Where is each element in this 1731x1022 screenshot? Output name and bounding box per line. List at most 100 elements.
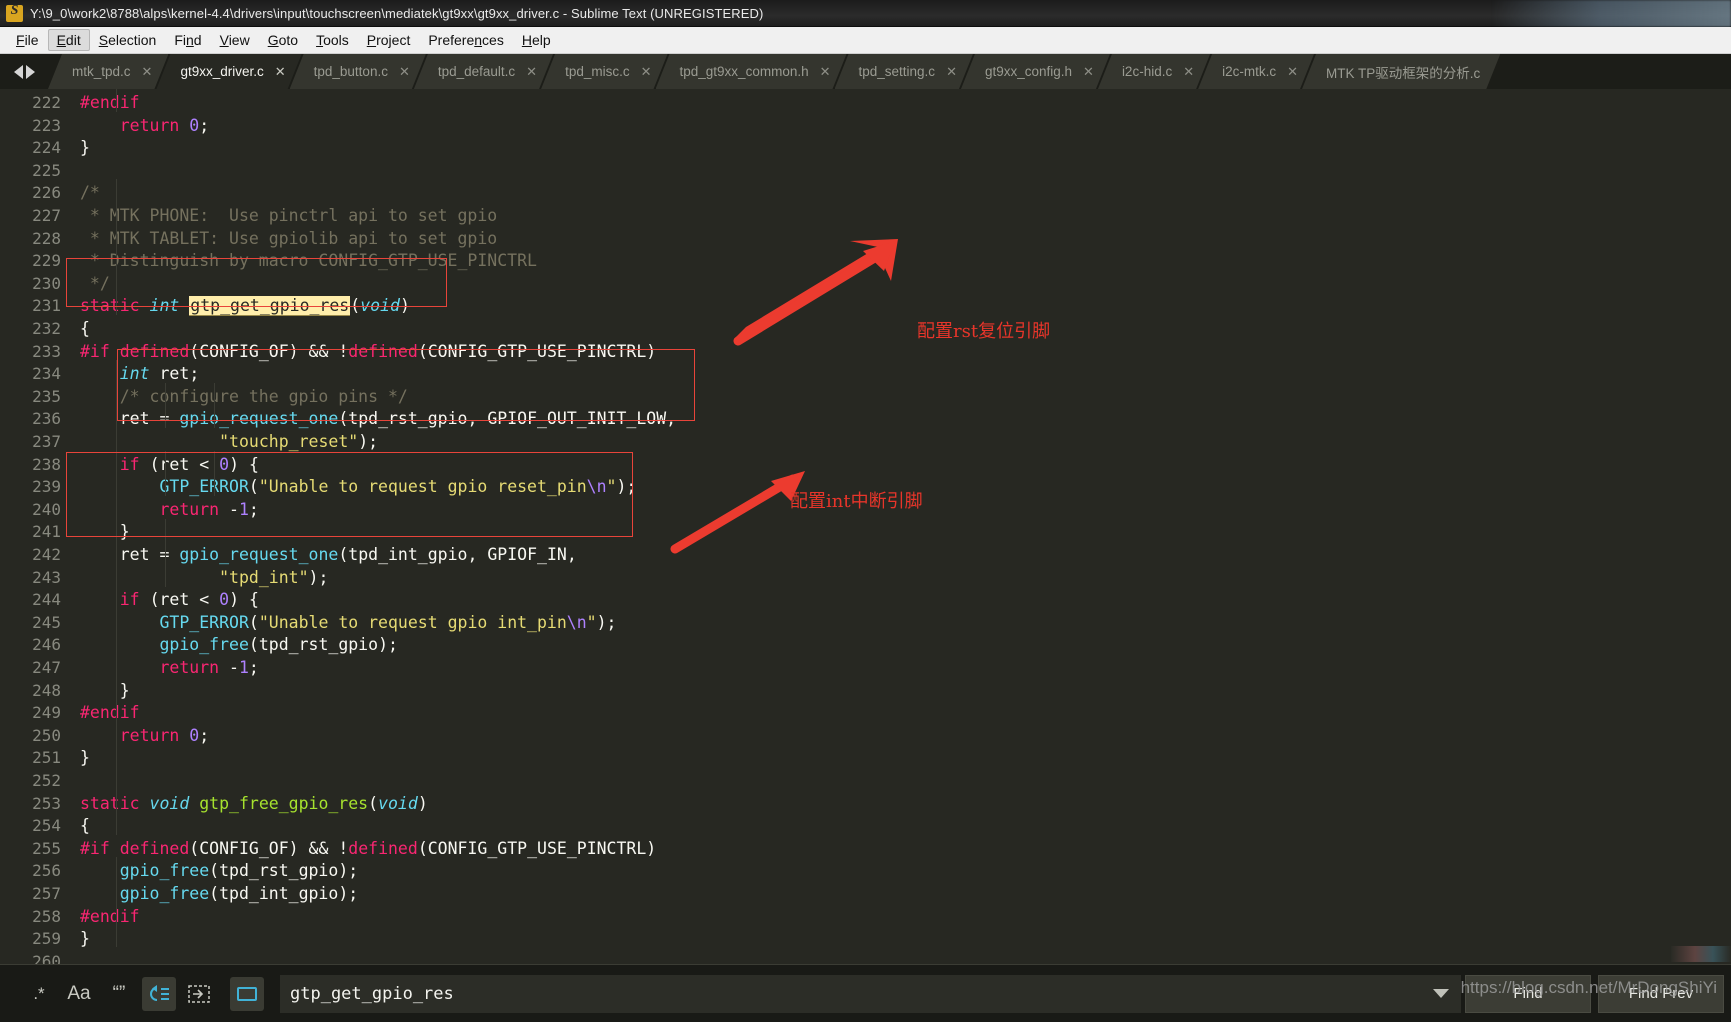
highlight-glyph-icon [237,986,257,1001]
code-line: if (ret < 0) { [119,590,259,610]
line-number: 259 [32,929,61,949]
line-number: 249 [32,703,61,723]
code-line: int ret; [119,364,200,384]
tab-close-icon[interactable]: ✕ [1083,64,1094,80]
code-line: if (ret < 0) { [119,454,259,474]
line-number: 256 [32,861,61,881]
code-line: static void gtp_free_gpio_res(void) [80,793,428,813]
title-bar: Y:\9_0\work2\8788\alps\kernel-4.4\driver… [0,0,1731,27]
tab-label: gt9xx_config.h [984,64,1073,79]
in-selection-toggle-icon[interactable] [182,977,216,1011]
code-line: "tpd_int"); [219,567,329,587]
find-bar: .* Aa “” Find Find Pre [0,964,1731,1022]
line-number: 242 [32,545,61,564]
tab-close-icon[interactable]: ✕ [142,64,153,80]
menu-item-selection[interactable]: Selection [90,29,166,51]
line-number: 250 [32,725,61,745]
menu-item-preferences[interactable]: Preferences [419,29,513,51]
code-line: * Distinguish by macro CONFIG_GTP_USE_PI… [80,251,537,271]
indent-guide [116,89,117,112]
find-input[interactable] [280,974,1461,1013]
line-number: 243 [32,567,61,587]
menu-item-view[interactable]: View [211,29,259,51]
code-line: return 0; [119,725,210,745]
line-number: 238 [32,454,61,474]
tab-label: i2c-hid.c [1121,64,1173,79]
menu-item-edit[interactable]: Edit [47,29,90,51]
tab-tpd-button-c[interactable]: tpd_button.c ✕ [290,54,426,89]
line-number: 247 [32,658,61,677]
code-line: } [119,680,130,700]
indent-guide [116,179,117,315]
indent-guide [116,360,117,835]
indent-guide [116,857,117,947]
line-number: 254 [32,816,61,836]
tab-mtk-tpd-c[interactable]: mtk_tpd.c ✕ [48,54,168,89]
line-number: 228 [32,228,61,248]
code-line: { [80,319,90,338]
chevron-left-icon[interactable] [13,64,23,79]
code-line: #endif [80,906,140,926]
code-line: ret = gpio_request_one(tpd_rst_gpio, GPI… [119,409,677,429]
tab-gt9xx-driver-c[interactable]: gt9xx_driver.c ✕ [156,54,301,89]
indent-guide [165,383,166,428]
tab-mtk-tp-c[interactable]: MTK TP驱动框架的分析.c [1302,54,1500,89]
line-number: 234 [32,364,61,384]
tab-close-icon[interactable]: ✕ [1287,64,1298,80]
tab-i2c-mtk-c[interactable]: i2c-mtk.c ✕ [1198,54,1314,89]
line-number: 252 [32,771,61,790]
line-number: 245 [32,612,61,632]
tab-tpd-setting-c[interactable]: tpd_setting.c ✕ [835,54,973,89]
tab-close-icon[interactable]: ✕ [820,64,831,80]
tab-label: tpd_default.c [437,64,516,79]
tab-close-icon[interactable]: ✕ [641,64,652,80]
tab-close-icon[interactable]: ✕ [399,64,410,80]
chevron-right-icon[interactable] [25,64,35,79]
tab-scroll-arrows[interactable] [0,54,48,89]
code-line: gpio_free(tpd_rst_gpio); [119,861,359,881]
code-line: return -1; [159,499,259,519]
code-editor[interactable]: 222 223 224 225 226 227 228 229 230 231 232 233 234 2… [0,89,1731,964]
tab-close-icon[interactable]: ✕ [1183,64,1194,80]
wrap-glyph-icon [150,984,169,1001]
find-button[interactable]: Find [1465,974,1591,1013]
tab-bar: mtk_tpd.c ✕ gt9xx_driver.c ✕ tpd_button.c ✕ tp… [0,54,1731,89]
wrap-toggle-icon[interactable] [142,976,176,1011]
code-line: * MTK TABLET: Use gpiolib api to set gpi… [80,228,498,248]
sublime-text-window: Y:\9_0\work2\8788\alps\kernel-4.4\driver… [0,0,1731,1022]
find-prev-button[interactable]: Find Prev [1598,974,1724,1013]
tab-tpd-default-c[interactable]: tpd_default.c ✕ [414,54,553,89]
window-title: Y:\9_0\work2\8788\alps\kernel-4.4\driver… [30,5,764,21]
code-line: static int gtp_get_gpio_res(void) [80,296,410,317]
line-number: 222 [32,93,61,112]
line-number: 237 [32,432,61,451]
annotation-label-int: 配置int中断引脚 [790,491,923,512]
line-number-gutter: 222 223 224 225 226 227 228 229 230 231 232 233 234 2… [0,89,73,964]
menu-item-goto[interactable]: Goto [259,29,307,51]
menu-item-file[interactable]: File [7,29,48,51]
menu-item-project[interactable]: Project [358,29,420,51]
code-line: GTP_ERROR("Unable to request gpio reset_… [159,477,637,497]
line-number: 225 [32,160,61,180]
code-line: } [119,522,130,542]
code-line: /* [80,183,100,203]
menu-item-tools[interactable]: Tools [307,29,358,51]
tab-gt9xx-config-h[interactable]: gt9xx_config.h ✕ [961,54,1110,89]
tab-i2c-hid-c[interactable]: i2c-hid.c ✕ [1098,54,1210,89]
indent-guide [165,451,166,496]
menu-item-find[interactable]: Find [165,29,210,51]
tab-close-icon[interactable]: ✕ [946,64,957,80]
regex-toggle-icon[interactable]: .* [22,977,56,1011]
tab-close-icon[interactable]: ✕ [526,64,537,80]
tab-close-icon[interactable]: ✕ [275,64,286,80]
highlight-matches-toggle-icon[interactable] [230,976,264,1011]
tab-tpd-misc-c[interactable]: tpd_misc.c ✕ [541,54,667,89]
tab-label: i2c-mtk.c [1222,64,1277,79]
indent-guide [214,451,215,496]
sublime-logo-icon [6,3,23,22]
menu-item-help[interactable]: Help [513,29,560,51]
find-history-dropdown-icon[interactable] [1433,989,1449,998]
tab-tpd-gt9xx-common-h[interactable]: tpd_gt9xx_common.h ✕ [656,54,847,89]
case-sensitive-toggle-icon[interactable]: Aa [62,977,96,1011]
whole-word-toggle-icon[interactable]: “” [102,977,136,1011]
